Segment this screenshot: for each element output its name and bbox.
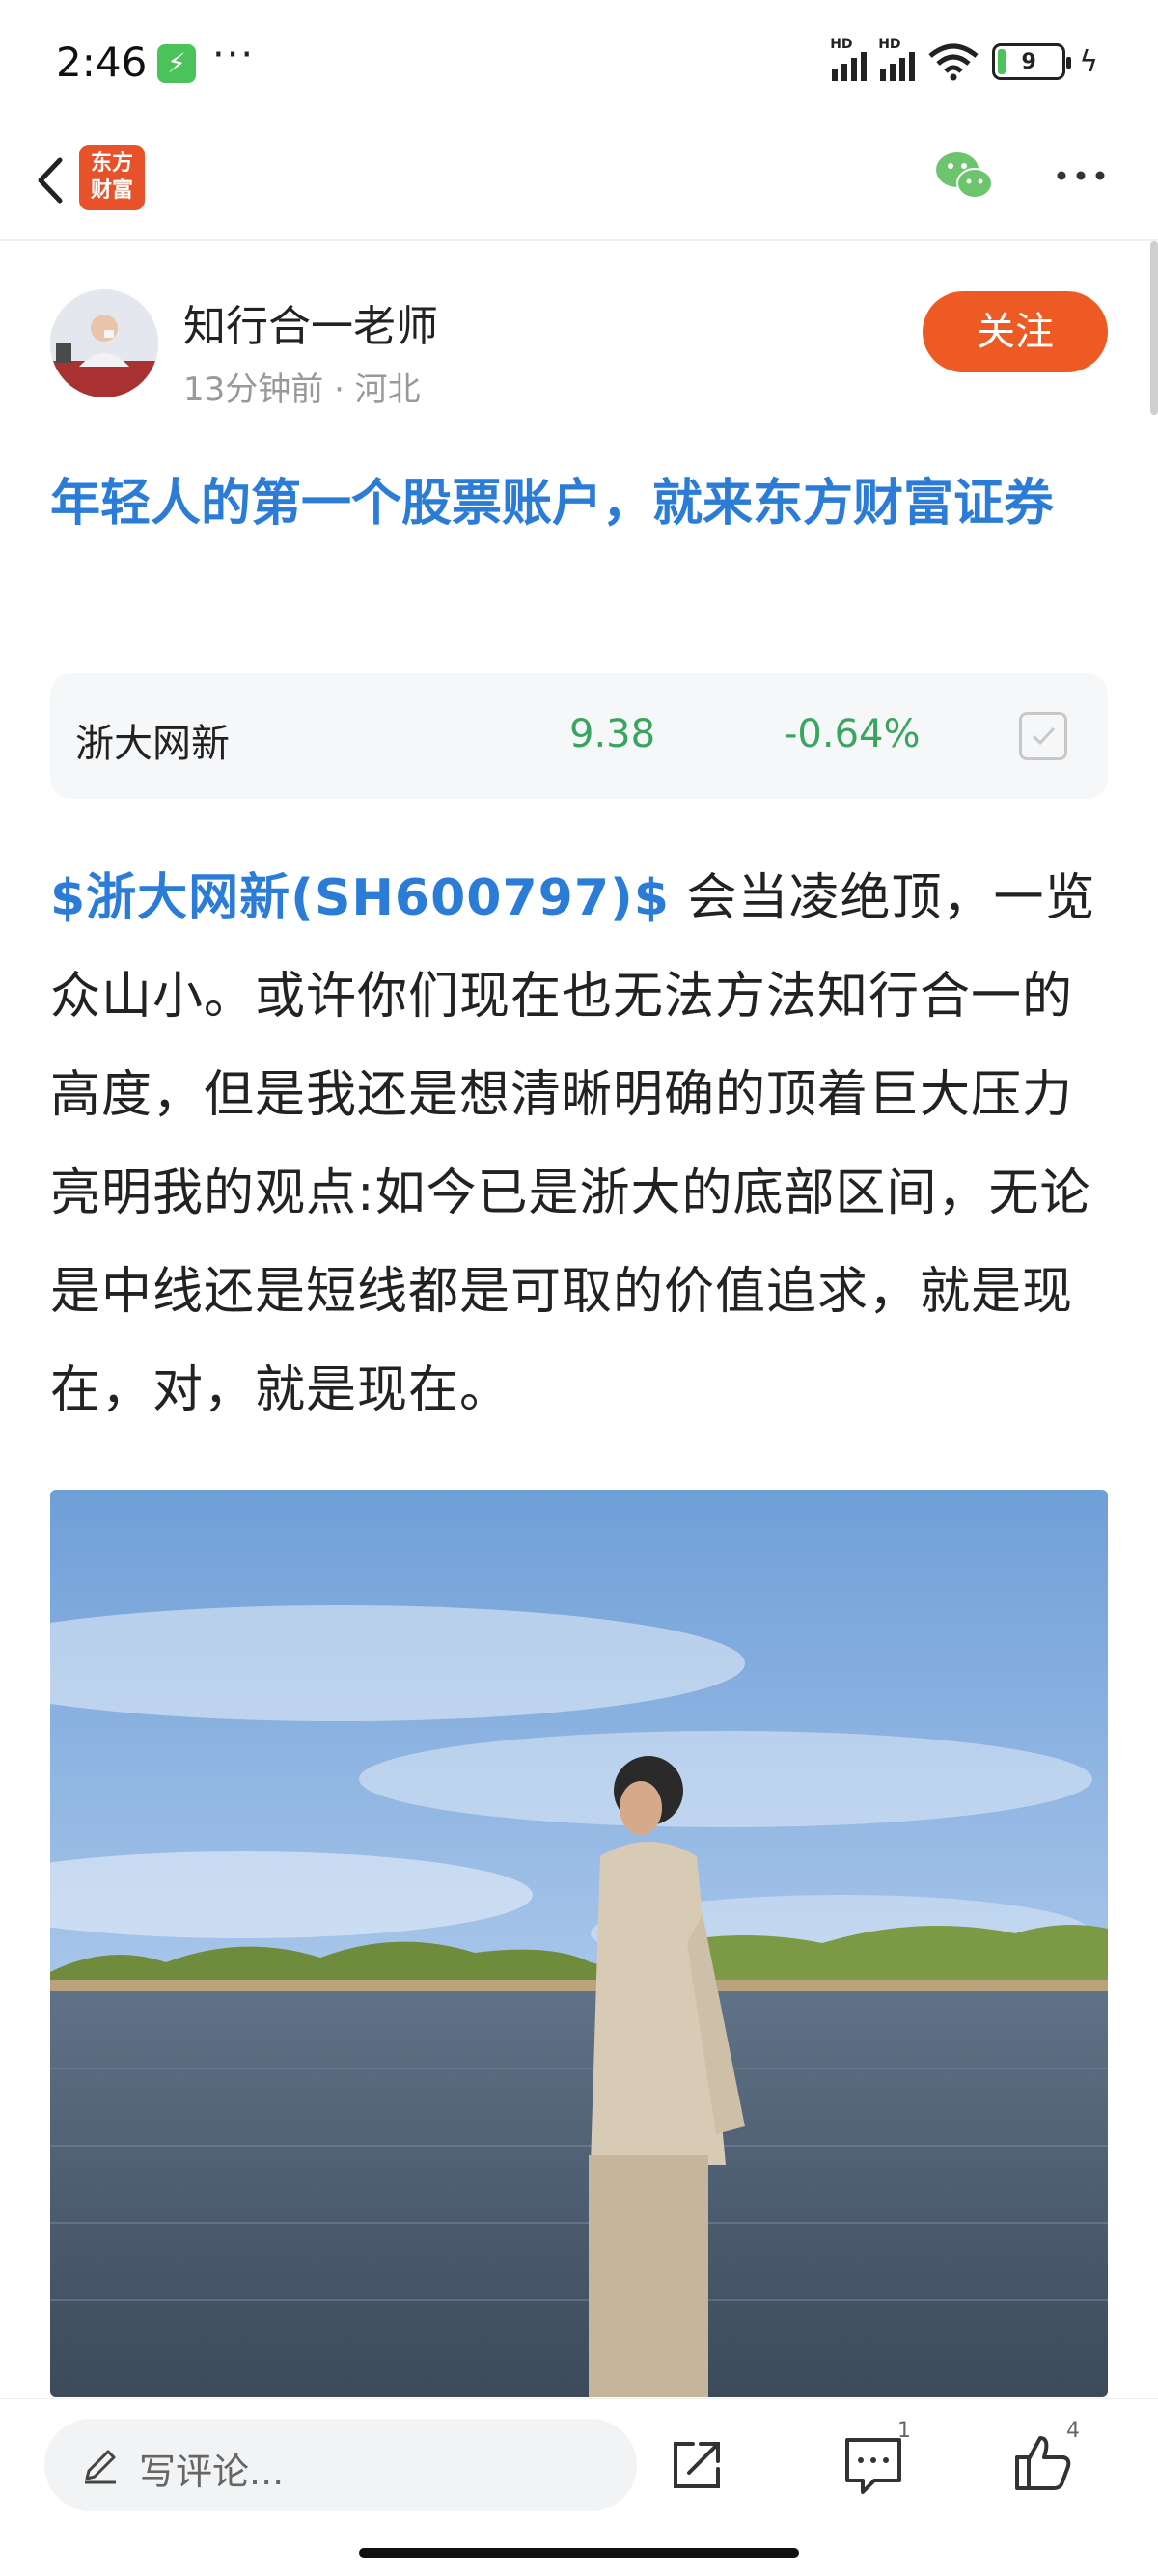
signal-icon: HD bbox=[878, 37, 916, 81]
stock-name: 浙大网新 bbox=[75, 722, 230, 766]
author-avatar[interactable] bbox=[50, 289, 158, 397]
comment-placeholder: 写评论... bbox=[139, 2451, 285, 2493]
post-body: $浙大网新(SH600797)$ 会当凌绝顶，一览众山小。或许你们现在也无法方法… bbox=[50, 849, 1112, 1439]
status-time: 2:46 bbox=[56, 39, 148, 86]
post-time-location: 13分钟前 · 河北 bbox=[183, 370, 421, 409]
stock-change-percent: -0.64% bbox=[784, 712, 921, 756]
post-title-link[interactable]: 年轻人的第一个股票账户，就来东方财富证券 bbox=[50, 461, 1112, 546]
stock-price: 9.38 bbox=[569, 712, 656, 756]
status-icons: HD HD 9 ϟ bbox=[830, 37, 1098, 81]
add-to-watchlist-checkbox[interactable] bbox=[1019, 712, 1067, 760]
wechat-share-icon[interactable] bbox=[934, 147, 996, 205]
like-count: 4 bbox=[1066, 2419, 1080, 2443]
author-name[interactable]: 知行合一老师 bbox=[183, 291, 438, 353]
post-image[interactable] bbox=[50, 1490, 1108, 2397]
charging-icon: ϟ bbox=[1079, 44, 1098, 79]
battery-icon: 9 bbox=[992, 43, 1072, 80]
signal-icon: HD bbox=[830, 37, 868, 81]
pencil-icon bbox=[85, 2450, 116, 2484]
stock-quote-card[interactable]: 浙大网新 9.38 -0.64% bbox=[50, 673, 1108, 799]
status-bar: 2:46 ⚡ ··· HD HD 9 ϟ bbox=[0, 0, 1158, 125]
more-options-icon[interactable] bbox=[1052, 156, 1110, 195]
scrollbar[interactable] bbox=[1150, 241, 1158, 415]
notification-app-icon: ⚡ bbox=[157, 44, 196, 83]
follow-button[interactable]: 关注 bbox=[923, 291, 1108, 372]
stock-tag-link[interactable]: $浙大网新(SH600797)$ bbox=[50, 869, 670, 927]
post-body-text: 会当凌绝顶，一览众山小。或许你们现在也无法方法知行合一的高度，但是我还是想清晰明… bbox=[50, 869, 1096, 1419]
back-arrow-icon[interactable] bbox=[23, 147, 81, 214]
eastmoney-logo: 东方 财富 bbox=[79, 145, 145, 210]
share-icon[interactable] bbox=[666, 2434, 728, 2496]
comment-count: 1 bbox=[897, 2419, 911, 2443]
home-indicator[interactable] bbox=[359, 2548, 799, 2558]
bottom-action-bar: 写评论... 1 4 bbox=[0, 2398, 1158, 2576]
comment-input[interactable]: 写评论... bbox=[44, 2419, 637, 2511]
wifi-icon bbox=[928, 43, 979, 81]
more-notifications-icon: ··· bbox=[212, 33, 256, 77]
top-nav-bar: 东方 财富 bbox=[0, 125, 1158, 241]
